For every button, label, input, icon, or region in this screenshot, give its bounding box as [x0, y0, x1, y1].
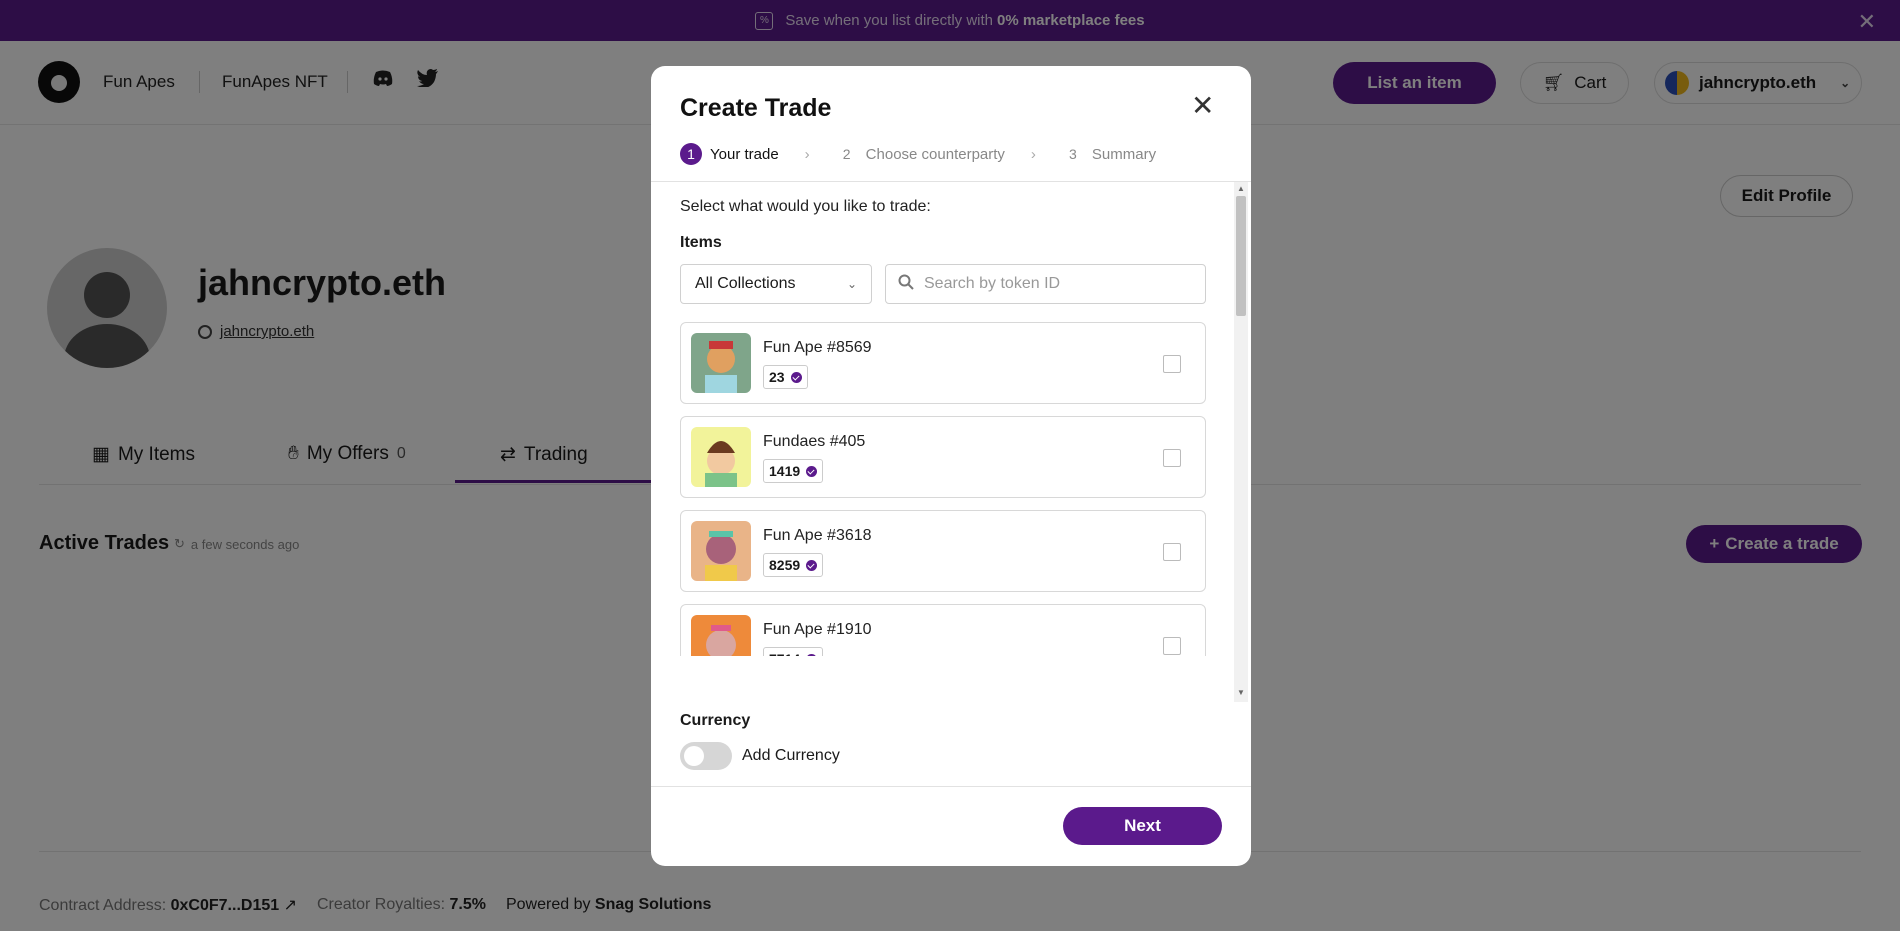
add-currency-toggle[interactable] [680, 742, 732, 770]
list-item[interactable]: Fun Ape #1910 7714 [680, 604, 1206, 656]
list-item[interactable]: Fun Ape #3618 8259 [680, 510, 1206, 592]
search-icon [898, 274, 914, 295]
collection-select-value: All Collections [695, 275, 796, 292]
add-currency-label: Add Currency [742, 747, 840, 764]
item-list[interactable]: Fun Ape #8569 23 Fundaes #405 1419 Fun A… [680, 322, 1206, 656]
nft-thumbnail [691, 427, 751, 487]
list-item[interactable]: Fundaes #405 1419 [680, 416, 1206, 498]
collection-select[interactable]: All Collections ⌄ [680, 264, 872, 304]
nft-thumbnail [691, 521, 751, 581]
step-number: 2 [842, 146, 851, 162]
step-number: 3 [1069, 146, 1077, 162]
item-checkbox[interactable] [1163, 355, 1181, 373]
rarity-badge: 1419 [763, 459, 824, 483]
item-checkbox[interactable] [1163, 637, 1181, 655]
step-label: Your trade [710, 145, 779, 163]
rarity-badge: 23 [763, 365, 808, 389]
stepper: 1 Your trade › 2 Choose counterparty › 3… [680, 143, 1156, 165]
item-checkbox[interactable] [1163, 449, 1181, 467]
scrollbar[interactable]: ▲ ▼ [1234, 182, 1248, 702]
item-name: Fun Ape #1910 [763, 621, 872, 638]
step-number: 1 [680, 143, 702, 165]
create-trade-modal: Create Trade ✕ 1 Your trade › 2 Choose c… [651, 66, 1251, 866]
add-currency-row: Add Currency [680, 742, 840, 770]
chevron-right-icon: › [804, 145, 810, 163]
nft-thumbnail [691, 333, 751, 393]
chevron-right-icon: › [1030, 145, 1036, 163]
step-your-trade: 1 Your trade [680, 143, 779, 165]
modal-body[interactable]: Select what would you like to trade: Ite… [651, 182, 1251, 772]
items-label: Items [680, 234, 722, 251]
close-icon[interactable]: ✕ [1191, 92, 1214, 120]
step-choose-counterparty: 2 Choose counterparty [836, 143, 1005, 165]
token-search[interactable] [885, 264, 1206, 304]
item-checkbox[interactable] [1163, 543, 1181, 561]
chevron-down-icon: ⌄ [846, 277, 857, 291]
search-input[interactable] [924, 275, 1184, 293]
modal-footer-divider [651, 786, 1251, 787]
trade-prompt: Select what would you like to trade: [680, 198, 931, 215]
item-name: Fundaes #405 [763, 433, 866, 450]
verified-icon [790, 371, 802, 383]
verified-icon [806, 465, 818, 477]
step-label: Choose counterparty [865, 145, 1005, 163]
scrollbar-thumb[interactable] [1236, 196, 1246, 316]
scroll-up-icon[interactable]: ▲ [1237, 184, 1245, 193]
item-name: Fun Ape #8569 [763, 339, 872, 356]
rarity-badge: 8259 [763, 553, 824, 577]
scroll-down-icon[interactable]: ▼ [1237, 688, 1245, 697]
verified-icon [806, 653, 818, 656]
currency-label: Currency [680, 712, 751, 729]
list-item[interactable]: Fun Ape #8569 23 [680, 322, 1206, 404]
nft-thumbnail [691, 615, 751, 656]
step-summary: 3 Summary [1062, 143, 1156, 165]
next-button[interactable]: Next [1063, 807, 1222, 845]
item-name: Fun Ape #3618 [763, 527, 872, 544]
step-label: Summary [1091, 145, 1157, 163]
verified-icon [806, 559, 818, 571]
rarity-badge: 7714 [763, 647, 824, 656]
modal-title: Create Trade [680, 94, 832, 122]
